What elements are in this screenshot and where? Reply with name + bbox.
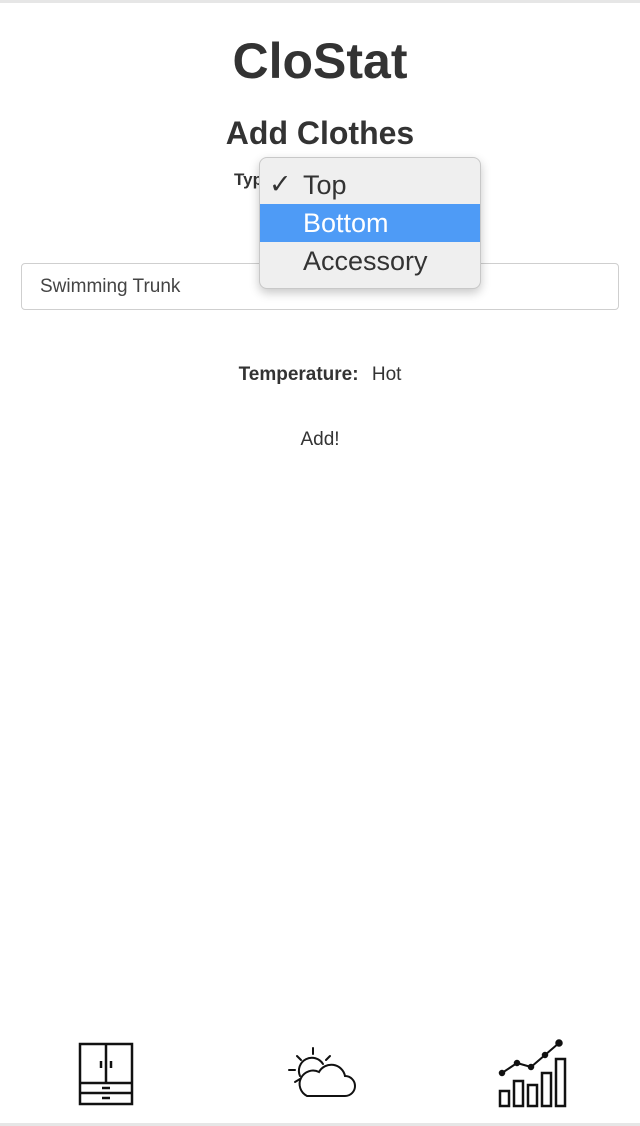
tab-wardrobe[interactable]	[70, 1036, 142, 1112]
stats-chart-icon	[498, 1039, 567, 1108]
dropdown-option-accessory[interactable]: Accessory	[260, 242, 480, 280]
dropdown-option-bottom[interactable]: Bottom	[260, 204, 480, 242]
page-heading: Add Clothes	[225, 115, 415, 151]
temperature-label: Temperature:	[238, 364, 359, 385]
wardrobe-icon	[78, 1042, 134, 1106]
temperature-row: Temperature: Hot	[0, 362, 640, 388]
dropdown-option-label: Accessory	[303, 246, 428, 276]
dropdown-option-label: Top	[303, 170, 347, 200]
checkmark-icon: ✓	[269, 169, 292, 200]
tab-weather[interactable]	[280, 1036, 360, 1112]
weather-icon	[288, 1047, 356, 1097]
type-dropdown-menu: ✓ Top Bottom Accessory	[259, 157, 481, 289]
top-border	[0, 0, 640, 3]
temperature-select[interactable]: Hot	[372, 364, 402, 385]
tab-stats[interactable]	[494, 1036, 570, 1112]
dropdown-option-top[interactable]: ✓ Top	[260, 166, 480, 204]
app-title: CloStat	[232, 33, 408, 89]
dropdown-option-label: Bottom	[303, 208, 389, 238]
add-button[interactable]: Add!	[270, 426, 370, 454]
